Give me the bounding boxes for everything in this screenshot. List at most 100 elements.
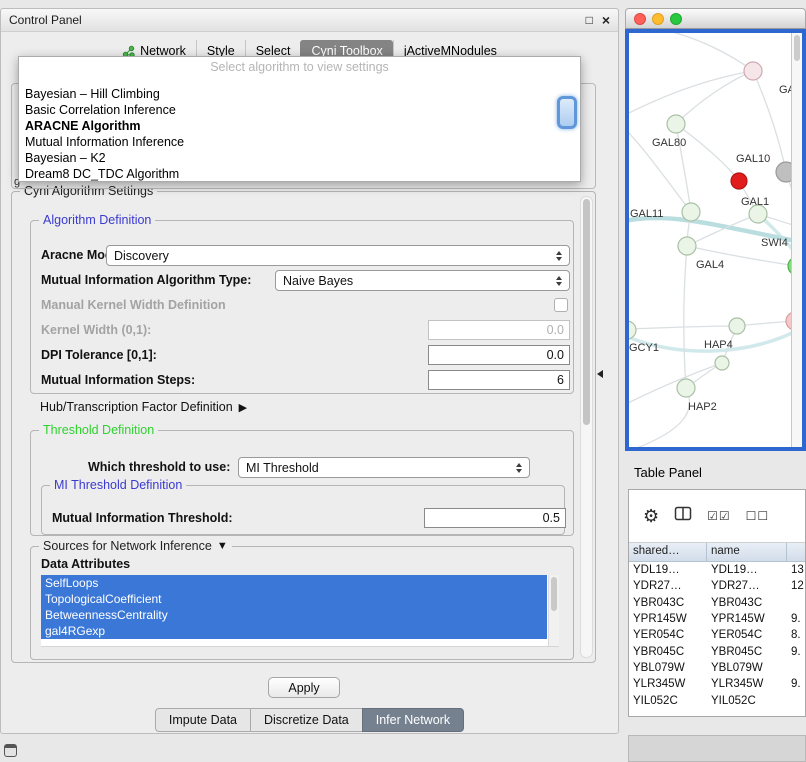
sources-group: Sources for Network Inference ▼ Data Att…: [30, 546, 574, 660]
manual-kernel-width-label: Manual Kernel Width Definition: [41, 298, 226, 312]
mi-steps-label: Mutual Information Steps:: [41, 373, 195, 387]
table-row[interactable]: YBL079W YBL079W: [629, 660, 805, 676]
network-edge: [629, 71, 753, 113]
algorithm-option[interactable]: Bayesian – K2: [19, 150, 580, 166]
network-edge: [629, 326, 737, 329]
scrollbar-thumb[interactable]: [583, 199, 590, 425]
attribute-list-horizontal-scrollbar[interactable]: [41, 646, 559, 657]
network-edge: [629, 363, 722, 405]
network-node[interactable]: [744, 62, 762, 80]
column-selector-icon[interactable]: [674, 506, 692, 526]
network-node-gal10[interactable]: [731, 173, 747, 189]
deselect-all-rows-icon[interactable]: ☐☐: [746, 509, 770, 523]
combo-arrows-icon: [510, 463, 522, 473]
table-cell: YDR27…: [707, 580, 787, 592]
table-row[interactable]: YBR043C YBR043C: [629, 595, 805, 611]
apply-button[interactable]: Apply: [268, 677, 340, 698]
mi-threshold-value: 0.5: [543, 511, 560, 525]
which-threshold-select[interactable]: MI Threshold: [238, 457, 530, 478]
restore-panel-icon[interactable]: [4, 744, 17, 757]
expand-right-icon: ▶: [239, 401, 247, 414]
attribute-item-selected[interactable]: TopologicalCoefficient: [41, 591, 547, 607]
table-cell: 12: [787, 580, 805, 592]
attribute-item-selected[interactable]: BetweennessCentrality: [41, 607, 547, 623]
table-row[interactable]: YPR145W YPR145W 9.: [629, 611, 805, 627]
table-cell: YBR045C: [629, 646, 707, 658]
table-row[interactable]: YIL052C YIL052C: [629, 692, 805, 708]
combo-arrows-icon: [550, 251, 562, 261]
sources-group-title: Sources for Network Inference ▼: [39, 539, 232, 553]
network-canvas[interactable]: GAL GAL80 GAL10 GAL11 GAL1 SWI4 GAL4 GCY…: [625, 29, 806, 451]
tab-infer-network[interactable]: Infer Network: [362, 708, 464, 732]
which-threshold-label: Which threshold to use:: [88, 460, 230, 474]
table-row[interactable]: YDR27… YDR27… 12: [629, 578, 805, 594]
network-node-gal11[interactable]: [682, 203, 700, 221]
tab-impute-data[interactable]: Impute Data: [155, 708, 251, 732]
algorithm-option-highlighted[interactable]: ARACNE Algorithm: [19, 118, 580, 134]
float-window-icon[interactable]: □: [586, 14, 593, 26]
scrollbar-thumb[interactable]: [794, 35, 800, 61]
network-node-gal4[interactable]: [678, 237, 696, 255]
table-row[interactable]: YDL19… YDL19… 13: [629, 562, 805, 578]
focused-spinner-control[interactable]: [557, 96, 577, 129]
network-node-hap2[interactable]: [677, 379, 695, 397]
threshold-definition-group: Threshold Definition Which threshold to …: [30, 430, 574, 536]
table-row[interactable]: YER054C YER054C 8.: [629, 627, 805, 643]
node-label: GAL1: [741, 196, 769, 208]
hub-section-label: Hub/Transcription Factor Definition: [40, 400, 233, 414]
table-cell: YBR043C: [629, 597, 707, 609]
kernel-width-label: Kernel Width (0,1):: [41, 323, 151, 337]
attribute-item-selected[interactable]: gal4RGexp: [41, 623, 547, 639]
table-panel-title: Table Panel: [634, 465, 702, 480]
select-all-rows-icon[interactable]: ☑☑: [707, 509, 731, 523]
combo-arrows-icon: [550, 276, 562, 286]
node-label: GAL10: [736, 153, 770, 165]
column-header-name[interactable]: name: [707, 543, 787, 561]
network-node[interactable]: [715, 356, 729, 370]
hub-transcription-factor-expander[interactable]: Hub/Transcription Factor Definition ▶: [40, 400, 247, 414]
algorithm-option[interactable]: Dream8 DC_TDC Algorithm: [19, 166, 580, 182]
split-pane-collapse-arrow[interactable]: [597, 370, 603, 378]
network-node-gal80[interactable]: [667, 115, 685, 133]
minimize-traffic-light-icon[interactable]: [652, 13, 664, 25]
column-header-shared-name[interactable]: shared…: [629, 543, 707, 561]
algorithm-option[interactable]: Bayesian – Hill Climbing: [19, 86, 580, 102]
algorithm-option[interactable]: Mutual Information Inference: [19, 134, 580, 150]
scrollbar-thumb[interactable]: [551, 577, 557, 611]
network-vertical-scrollbar[interactable]: [791, 33, 802, 447]
table-row[interactable]: YBR045C YBR045C 9.: [629, 643, 805, 659]
tab-discretize-data[interactable]: Discretize Data: [250, 708, 363, 732]
mi-threshold-field[interactable]: 0.5: [424, 508, 566, 528]
dpi-tolerance-value: 0.0: [547, 348, 564, 362]
algorithm-option[interactable]: Basic Correlation Inference: [19, 102, 580, 118]
aracne-mode-select[interactable]: Discovery: [106, 245, 570, 266]
manual-kernel-width-checkbox[interactable]: [554, 298, 568, 312]
dpi-tolerance-field[interactable]: 0.0: [428, 345, 570, 365]
attribute-item-selected[interactable]: SelfLoops: [41, 575, 547, 591]
close-traffic-light-icon[interactable]: [634, 13, 646, 25]
zoom-traffic-light-icon[interactable]: [670, 13, 682, 25]
node-label: GAL4: [696, 259, 724, 271]
settings-vertical-scrollbar[interactable]: [580, 196, 593, 658]
network-node[interactable]: [729, 318, 745, 334]
algorithm-combo-placeholder: Select algorithm to view settings: [19, 57, 580, 80]
table-cell: 9.: [787, 613, 805, 625]
control-panel-titlebar: Control Panel □ ×: [1, 9, 618, 32]
mi-algorithm-type-select[interactable]: Naive Bayes: [275, 270, 570, 291]
table-toolbar: ⚙ ☑☑ ☐☐: [629, 490, 805, 543]
network-window-titlebar[interactable]: [625, 8, 806, 29]
collapse-down-icon[interactable]: ▼: [217, 540, 228, 552]
data-attributes-list[interactable]: SelfLoops TopologicalCoefficient Between…: [41, 575, 559, 657]
table-row[interactable]: YLR345W YLR345W 9.: [629, 676, 805, 692]
table-settings-gear-icon[interactable]: ⚙: [643, 507, 659, 525]
mi-steps-field[interactable]: 6: [428, 370, 570, 390]
data-attributes-label: Data Attributes: [41, 557, 130, 571]
network-node-gcy1[interactable]: [629, 321, 636, 339]
close-window-icon[interactable]: ×: [602, 14, 610, 26]
docked-panel-edge: [628, 735, 806, 762]
column-header-partial[interactable]: [787, 543, 805, 561]
table-cell: YER054C: [707, 629, 787, 641]
attribute-list-vertical-scrollbar[interactable]: [548, 575, 559, 646]
threshold-definition-title: Threshold Definition: [39, 423, 158, 437]
network-edge: [676, 124, 739, 181]
